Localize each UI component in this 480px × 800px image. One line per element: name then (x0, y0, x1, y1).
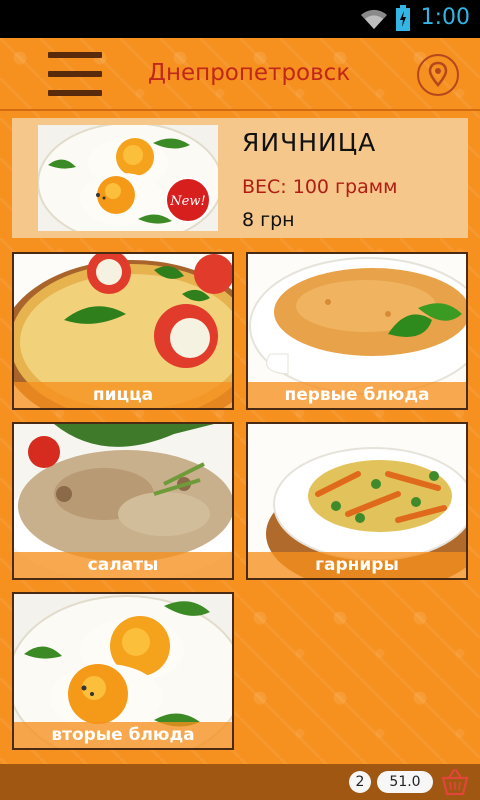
featured-weight: ВЕС: 100 грамм (242, 176, 398, 198)
category-label: вторые блюда (14, 722, 232, 748)
featured-name: ЯИЧНИЦА (242, 128, 377, 157)
category-label: первые блюда (248, 382, 466, 408)
battery-icon (396, 5, 410, 31)
featured-dish-image: New! (38, 125, 218, 231)
city-title[interactable]: Днепропетровск (148, 60, 350, 86)
category-label: салаты (14, 552, 232, 578)
category-tile-pizza[interactable]: пицца (12, 252, 234, 410)
category-tile-side-dishes[interactable]: гарниры (246, 422, 468, 580)
app-bar-divider (0, 109, 480, 111)
featured-price: 8 грн (242, 209, 295, 231)
category-tile-salads[interactable]: салаты (12, 422, 234, 580)
category-label: гарниры (248, 552, 466, 578)
app-bar: Днепропетровск (0, 38, 480, 110)
status-bar: 1:00 (0, 0, 480, 38)
cart-bar: 2 51.0 (0, 764, 480, 800)
category-label: пицца (14, 382, 232, 408)
wifi-icon (361, 9, 387, 29)
basket-icon[interactable] (440, 768, 470, 796)
hamburger-menu-icon[interactable] (48, 52, 102, 96)
category-tile-first-courses[interactable]: первые блюда (246, 252, 468, 410)
location-pin-icon[interactable] (417, 54, 459, 96)
cart-total[interactable]: 51.0 (377, 771, 433, 793)
cart-count-badge[interactable]: 2 (349, 771, 371, 793)
status-clock: 1:00 (420, 5, 470, 30)
featured-item-card[interactable]: New! ЯИЧНИЦА ВЕС: 100 грамм 8 грн (12, 118, 468, 238)
new-badge: New! (169, 194, 205, 209)
category-tile-main-courses[interactable]: вторые блюда (12, 592, 234, 750)
